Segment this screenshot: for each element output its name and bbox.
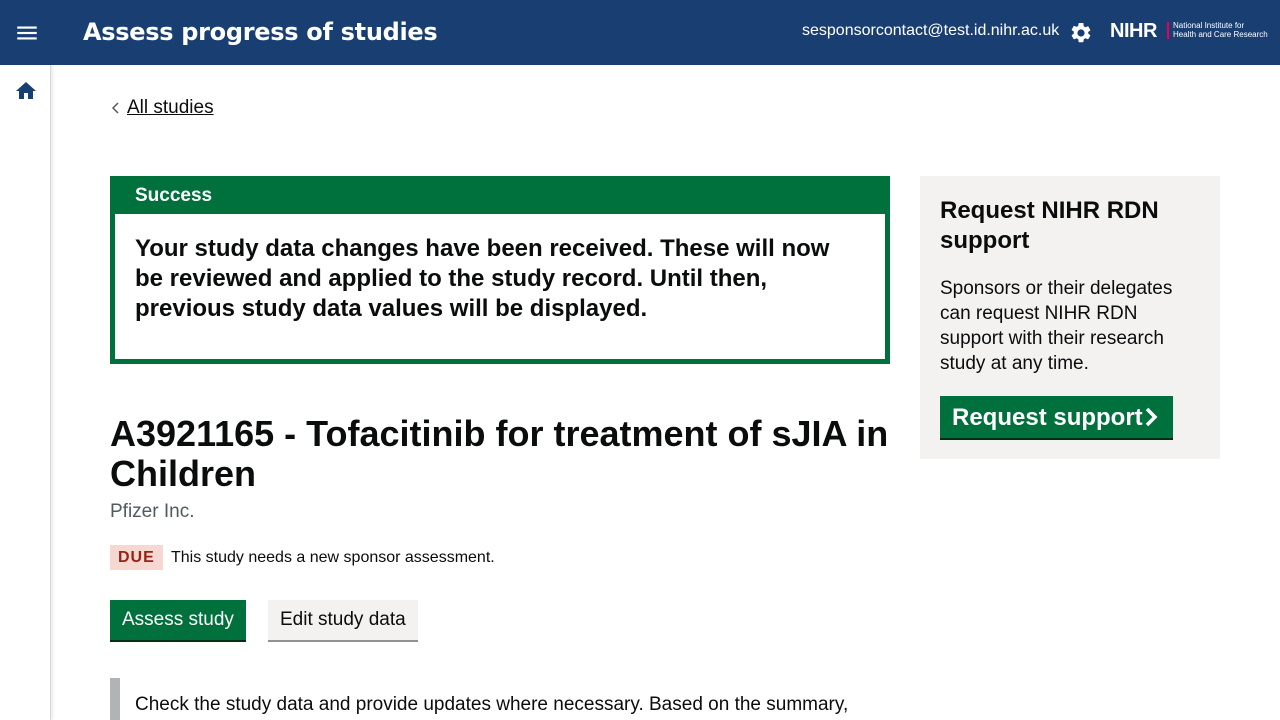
- success-banner: Success Your study data changes have bee…: [110, 176, 890, 364]
- study-sponsor: Pfizer Inc.: [110, 501, 195, 522]
- inset-text: Check the study data and provide updates…: [110, 678, 900, 720]
- logo-subtitle-line1: National Institute for: [1173, 21, 1245, 30]
- support-panel-body: Sponsors or their delegates can request …: [940, 278, 1173, 374]
- assess-study-button[interactable]: Assess study: [110, 600, 246, 640]
- menu-icon[interactable]: [14, 20, 40, 46]
- logo-divider: [1167, 22, 1169, 39]
- logo-subtitle: National Institute for Health and Care Re…: [1173, 21, 1268, 39]
- request-support-label: Request support: [952, 404, 1143, 431]
- success-banner-title: Success: [135, 185, 213, 206]
- chevron-left-icon: [111, 102, 119, 114]
- chevron-right-icon: [1145, 407, 1158, 427]
- gear-icon[interactable]: [1069, 21, 1093, 45]
- all-studies-link[interactable]: All studies: [127, 97, 214, 119]
- status-badge: DUE: [110, 545, 163, 570]
- inset-text-content: Check the study data and provide updates…: [135, 694, 849, 715]
- edit-study-data-button[interactable]: Edit study data: [268, 600, 418, 640]
- support-panel-heading: Request NIHR RDN support: [940, 197, 1159, 254]
- nihr-logo: NIHR National Institute for Health and Ca…: [1110, 20, 1270, 42]
- success-banner-message: Your study data changes have been receiv…: [135, 235, 830, 322]
- logo-subtitle-line2: Health and Care Research: [1173, 30, 1268, 39]
- home-icon[interactable]: [14, 79, 38, 103]
- app-header: Assess progress of studies sesponsorcont…: [0, 0, 1280, 65]
- side-navigation: [0, 65, 51, 720]
- app-title: Assess progress of studies: [83, 18, 438, 46]
- logo-wordmark: NIHR: [1110, 20, 1157, 42]
- status-text: This study needs a new sponsor assessmen…: [171, 549, 495, 566]
- support-panel: Request NIHR RDN support Sponsors or the…: [920, 176, 1220, 459]
- request-support-button[interactable]: Request support: [940, 396, 1173, 438]
- user-email: sesponsorcontact@test.id.nihr.ac.uk: [802, 22, 1060, 39]
- success-banner-content: Your study data changes have been receiv…: [115, 214, 885, 359]
- study-title: A3921165 - Tofacitinib for treatment of …: [110, 413, 889, 494]
